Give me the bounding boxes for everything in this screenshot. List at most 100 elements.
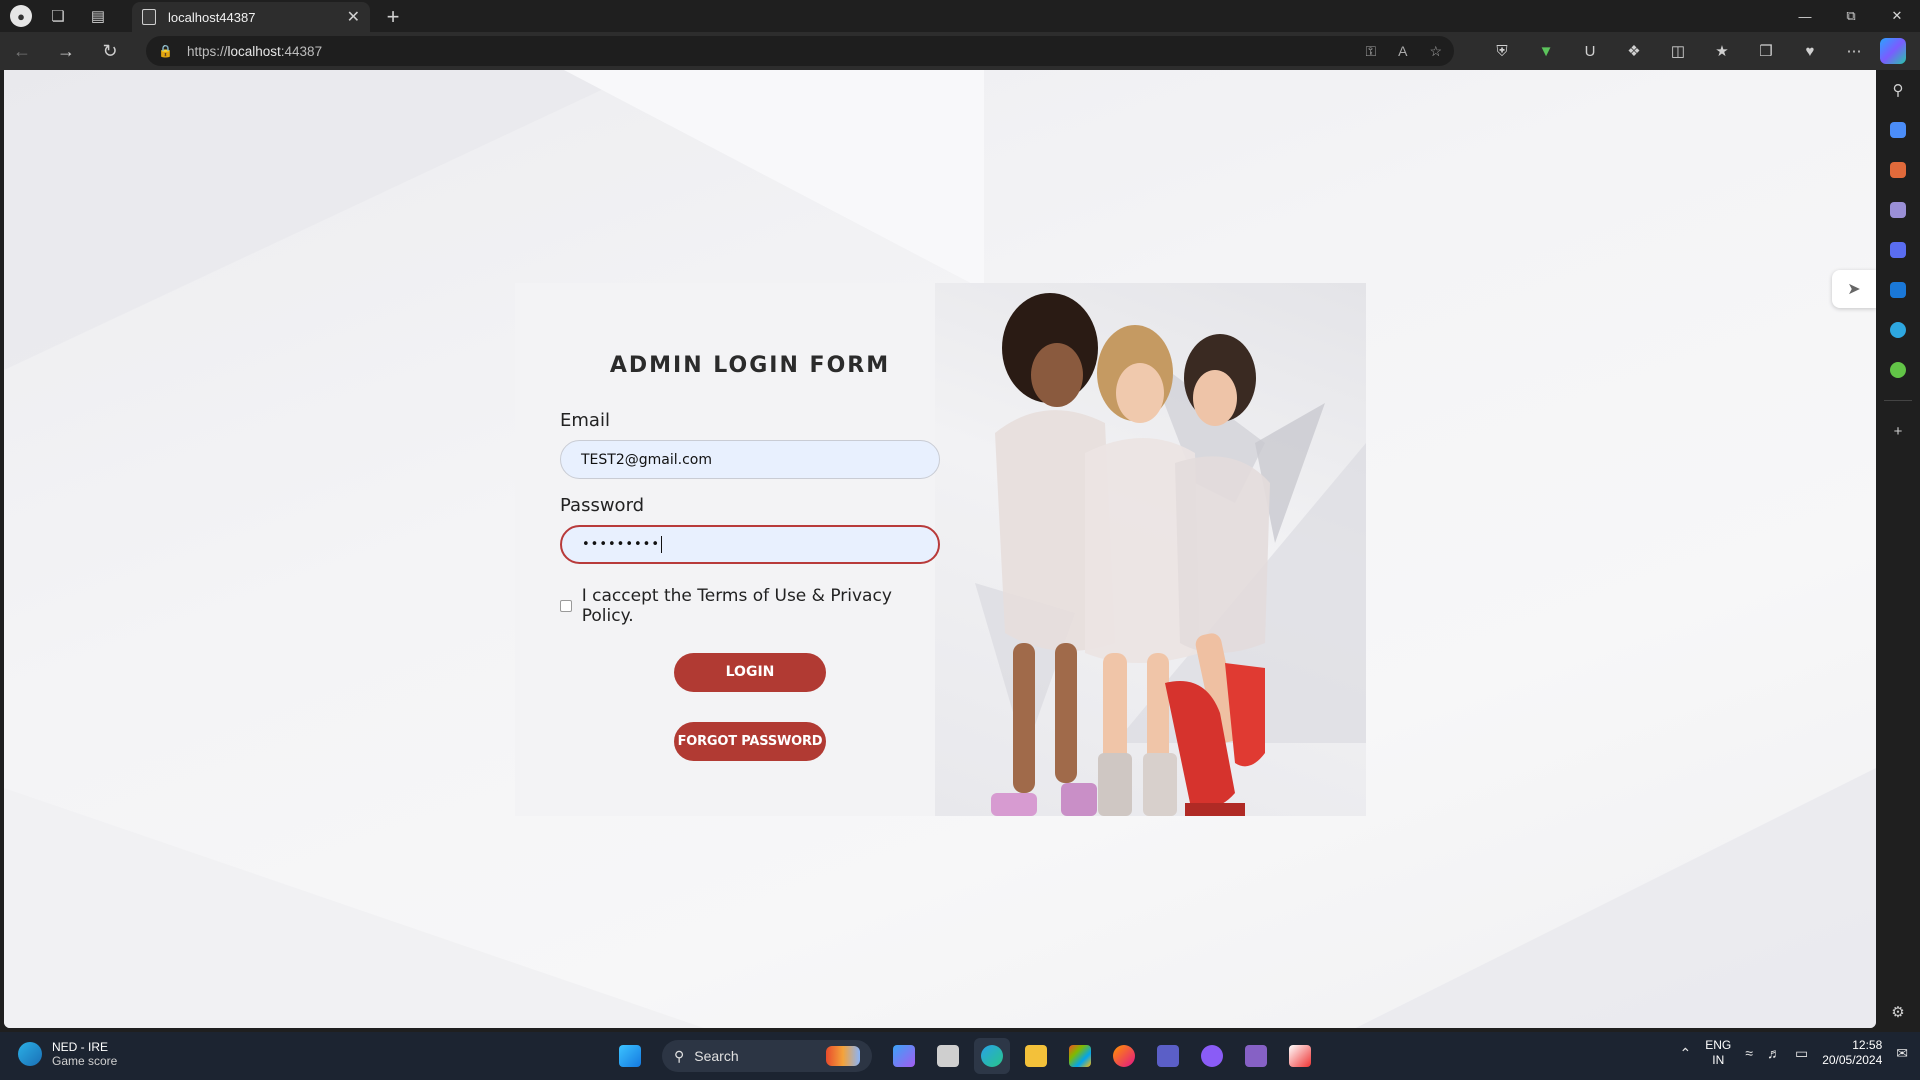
chevron-up-icon[interactable]: ⌃ bbox=[1680, 1045, 1692, 1062]
performance-icon[interactable]: ♥ bbox=[1788, 43, 1832, 60]
copilot-sidebar-icon[interactable] bbox=[1876, 230, 1920, 270]
wifi-icon[interactable]: ≈ bbox=[1745, 1045, 1753, 1061]
email-label: Email bbox=[560, 410, 610, 431]
terms-checkbox[interactable] bbox=[560, 600, 572, 612]
widget-subtitle: Game score bbox=[52, 1054, 118, 1068]
forgot-password-button[interactable]: FORGOT PASSWORD bbox=[674, 722, 826, 761]
login-card: ADMIN LOGIN FORM Email TEST2@gmail.com P… bbox=[515, 283, 1366, 816]
add-icon[interactable]: + bbox=[1876, 411, 1920, 451]
email-field[interactable]: TEST2@gmail.com bbox=[560, 440, 940, 479]
taskbar-search[interactable]: ⚲ Search bbox=[662, 1040, 872, 1072]
sidebar-divider bbox=[1884, 400, 1912, 401]
password-field[interactable]: ••••••••• bbox=[560, 525, 940, 564]
url-text[interactable]: https://localhost:44387 bbox=[187, 44, 1365, 59]
outlook-icon[interactable] bbox=[1876, 270, 1920, 310]
password-value: ••••••••• bbox=[582, 537, 661, 552]
address-bar[interactable]: 🔒 https://localhost:44387 ⚿ A ☆ bbox=[146, 36, 1454, 66]
new-tab-button[interactable]: + bbox=[380, 4, 406, 30]
settings-gear-icon[interactable]: ⚙ bbox=[1876, 992, 1920, 1032]
notification-bell-icon[interactable]: ✉ bbox=[1896, 1045, 1908, 1062]
shopping-tag-icon[interactable] bbox=[1876, 110, 1920, 150]
forward-icon[interactable]: → bbox=[44, 32, 88, 70]
magnet-extension-icon[interactable]: U bbox=[1568, 43, 1612, 60]
clock-date: 20/05/2024 bbox=[1822, 1053, 1883, 1067]
vertical-tabs-icon[interactable]: ▤ bbox=[78, 0, 118, 32]
battery-icon[interactable]: ▭ bbox=[1795, 1045, 1808, 1062]
visual-studio-icon[interactable] bbox=[1238, 1038, 1274, 1074]
widget-title: NED - IRE bbox=[52, 1040, 109, 1054]
teams-icon[interactable] bbox=[1150, 1038, 1186, 1074]
close-window-icon[interactable]: ✕ bbox=[1874, 0, 1920, 32]
lock-icon[interactable]: 🔒 bbox=[158, 44, 173, 58]
more-menu-icon[interactable]: ⋯ bbox=[1832, 42, 1876, 60]
password-label: Password bbox=[560, 495, 645, 516]
windows-logo-icon bbox=[619, 1045, 641, 1067]
clock-time: 12:58 bbox=[1852, 1038, 1883, 1052]
start-button[interactable] bbox=[612, 1038, 648, 1074]
task-view-icon[interactable] bbox=[930, 1038, 966, 1074]
download-extension-icon[interactable]: ▼ bbox=[1524, 43, 1568, 60]
clock[interactable]: 12:58 20/05/2024 bbox=[1822, 1038, 1882, 1068]
back-icon[interactable]: ← bbox=[0, 32, 44, 70]
extensions-icon[interactable]: ❖ bbox=[1612, 42, 1656, 60]
github-icon[interactable] bbox=[1194, 1038, 1230, 1074]
restore-icon[interactable]: ⧉ bbox=[1828, 0, 1874, 32]
split-screen-icon[interactable]: ◫ bbox=[1656, 42, 1700, 60]
snipping-tool-icon[interactable] bbox=[1282, 1038, 1318, 1074]
tree-icon[interactable] bbox=[1876, 350, 1920, 390]
lang-bottom: IN bbox=[1712, 1053, 1725, 1067]
key-icon[interactable]: ⚿ bbox=[1365, 43, 1376, 60]
hero-image bbox=[975, 293, 1325, 816]
store-icon[interactable] bbox=[1062, 1038, 1098, 1074]
window-controls: — ⧉ ✕ bbox=[1782, 0, 1920, 32]
terms-label[interactable]: I caccept the Terms of Use & Privacy Pol… bbox=[582, 586, 940, 626]
favorites-icon[interactable]: ★ bbox=[1700, 42, 1744, 60]
background-facet bbox=[564, 70, 984, 290]
browser-sidebar: ⚲ + ⚙ bbox=[1876, 70, 1920, 1032]
background-facet bbox=[4, 788, 704, 1028]
page-icon bbox=[142, 9, 156, 25]
pin-floating-icon[interactable]: ➤ bbox=[1832, 270, 1876, 308]
refresh-icon[interactable]: ↻ bbox=[88, 32, 132, 70]
form-title: ADMIN LOGIN FORM bbox=[609, 353, 891, 378]
edge-app-icon[interactable] bbox=[974, 1038, 1010, 1074]
language-indicator[interactable]: ENG IN bbox=[1705, 1038, 1731, 1068]
url-host: localhost bbox=[227, 43, 281, 59]
cricket-icon bbox=[18, 1042, 42, 1066]
telegram-icon[interactable] bbox=[1876, 310, 1920, 350]
tools-icon[interactable] bbox=[1876, 150, 1920, 190]
tab-title: localhost44387 bbox=[168, 9, 256, 25]
read-aloud-icon[interactable]: A bbox=[1398, 43, 1407, 60]
weather-widget[interactable]: NED - IRE Game score bbox=[18, 1040, 117, 1068]
url-scheme: https:// bbox=[186, 43, 228, 59]
url-port: :44387 bbox=[280, 43, 323, 59]
favorite-star-icon[interactable]: ☆ bbox=[1429, 43, 1442, 60]
terms-row: I caccept the Terms of Use & Privacy Pol… bbox=[560, 586, 940, 626]
browser-title-bar: ● ❏ ▤ localhost44387 ✕ + — ⧉ ✕ bbox=[0, 0, 1920, 32]
background-facet bbox=[1356, 768, 1876, 1028]
windows-taskbar: NED - IRE Game score ⚲ Search ⌃ ENG IN ≈… bbox=[0, 1032, 1920, 1080]
lang-top: ENG bbox=[1705, 1038, 1732, 1052]
copilot-app-icon[interactable] bbox=[886, 1038, 922, 1074]
navigation-bar: ← → ↻ 🔒 https://localhost:44387 ⚿ A ☆ ⛨ … bbox=[0, 32, 1920, 70]
search-icon[interactable]: ⚲ bbox=[1876, 70, 1920, 110]
profile-icon[interactable]: ● bbox=[10, 5, 32, 27]
copilot-icon[interactable] bbox=[1880, 38, 1906, 64]
close-tab-icon[interactable]: ✕ bbox=[347, 7, 360, 27]
games-icon[interactable] bbox=[1876, 190, 1920, 230]
system-tray: ⌃ ENG IN ≈ ♬ ▭ 12:58 20/05/2024 ✉ bbox=[1680, 1038, 1908, 1068]
volume-icon[interactable]: ♬ bbox=[1767, 1045, 1781, 1061]
browser-tab[interactable]: localhost44387 ✕ bbox=[132, 2, 370, 32]
email-value: TEST2@gmail.com bbox=[581, 451, 712, 468]
collections-icon[interactable]: ❒ bbox=[1744, 42, 1788, 60]
page-viewport: ADMIN LOGIN FORM Email TEST2@gmail.com P… bbox=[4, 70, 1876, 1028]
text-caret bbox=[661, 536, 663, 553]
firefox-icon[interactable] bbox=[1106, 1038, 1142, 1074]
shield-icon[interactable]: ⛨ bbox=[1480, 43, 1524, 60]
login-form: ADMIN LOGIN FORM Email TEST2@gmail.com P… bbox=[560, 283, 940, 761]
login-button[interactable]: LOGIN bbox=[674, 653, 826, 692]
search-highlight-icon bbox=[826, 1046, 860, 1066]
file-explorer-icon[interactable] bbox=[1018, 1038, 1054, 1074]
workspaces-icon[interactable]: ❏ bbox=[38, 0, 78, 32]
minimize-icon[interactable]: — bbox=[1782, 0, 1828, 32]
